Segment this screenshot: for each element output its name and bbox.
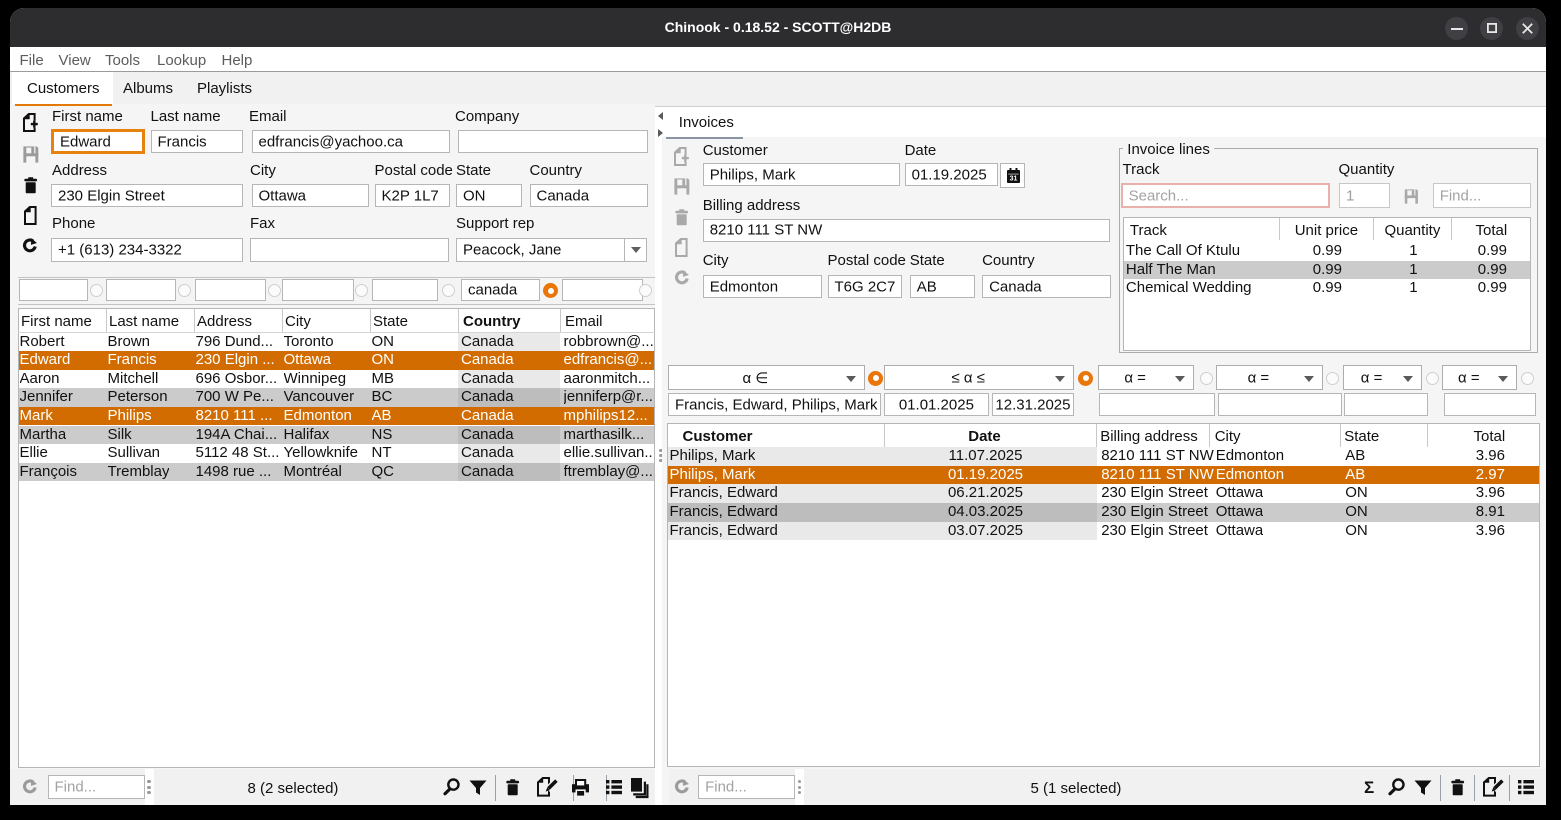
- svg-text:31: 31: [1009, 176, 1017, 183]
